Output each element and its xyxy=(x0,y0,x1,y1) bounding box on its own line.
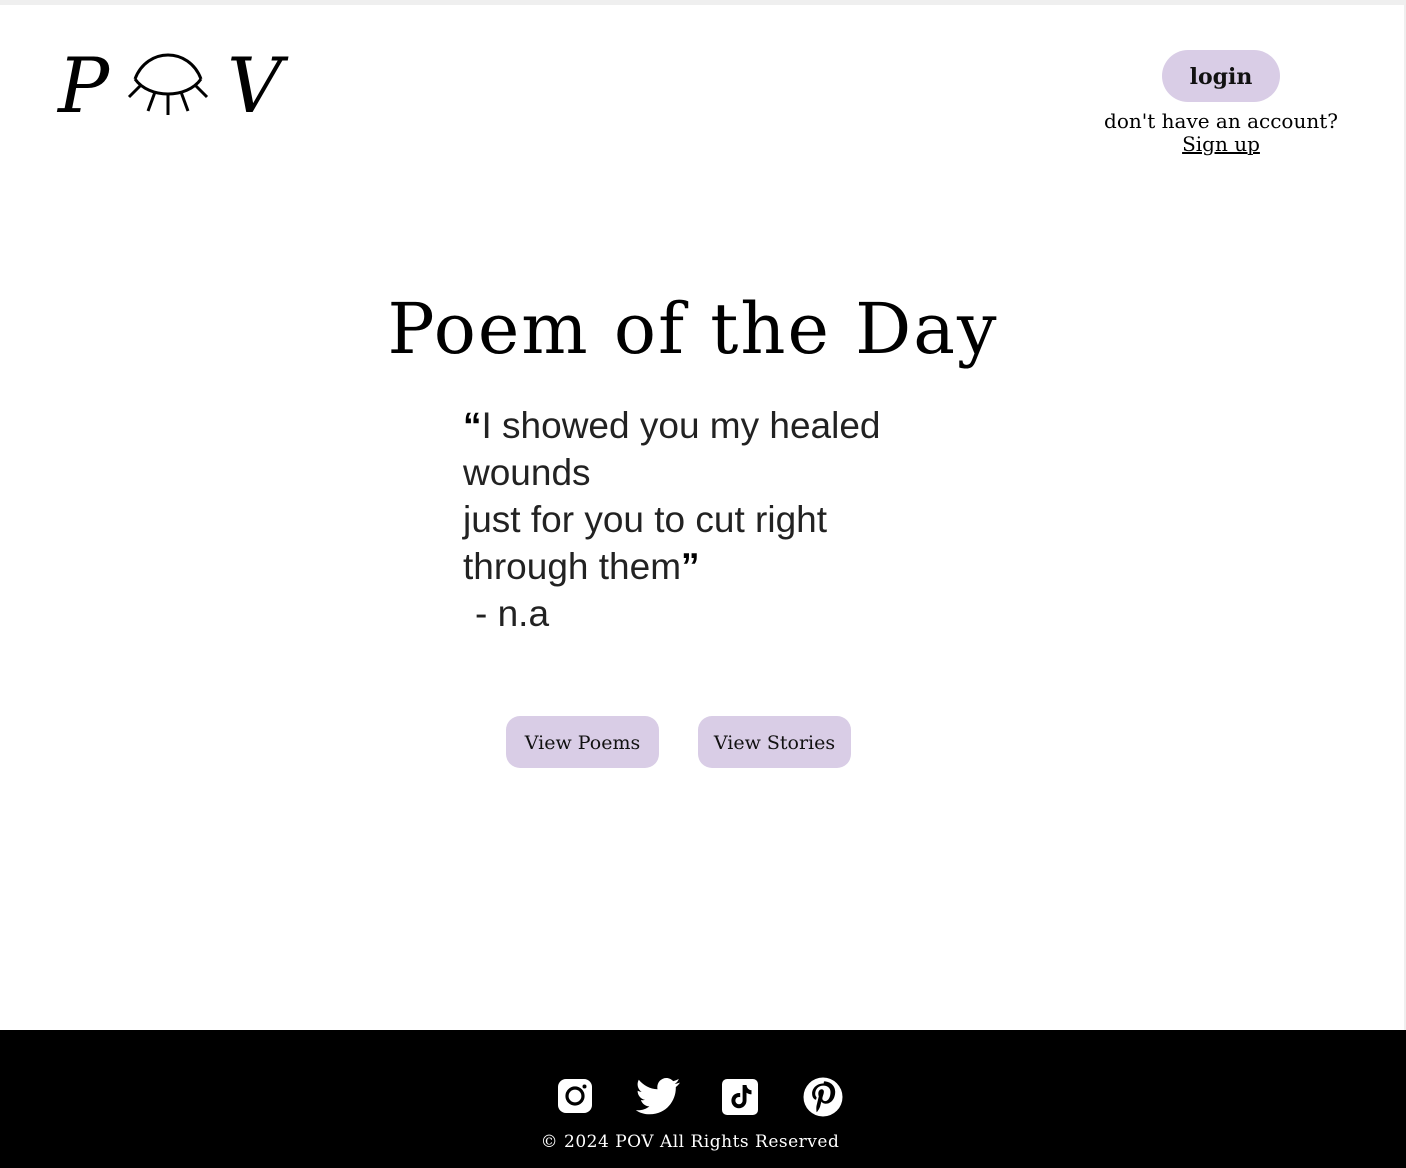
quote-line-4: through them” xyxy=(463,543,923,590)
view-stories-button[interactable]: View Stories xyxy=(698,716,851,768)
quote-author: - n.a xyxy=(475,593,550,634)
logo-letter-p: P xyxy=(58,41,110,130)
quote-line-2: wounds xyxy=(463,452,591,493)
logo-letter-v: V xyxy=(227,41,283,130)
quote-text-1: I showed you my healed xyxy=(481,405,881,446)
tiktok-icon[interactable] xyxy=(721,1078,759,1116)
quote-line-3: just for you to cut right xyxy=(463,499,828,540)
copyright-text: © 2024 POV All Rights Reserved xyxy=(540,1132,840,1152)
signup-hint: don't have an account? xyxy=(1104,109,1338,133)
open-quote-mark: “ xyxy=(463,405,482,446)
quote-line-1: “I showed you my healed xyxy=(463,402,923,449)
view-poems-button[interactable]: View Poems xyxy=(506,716,659,768)
page: P V login don't have an account? Sign up… xyxy=(0,0,1406,1168)
instagram-icon[interactable] xyxy=(557,1078,593,1114)
logo[interactable]: P V xyxy=(58,46,282,126)
closed-eye-icon xyxy=(128,53,209,115)
close-quote-mark: ” xyxy=(681,546,700,587)
signup-link[interactable]: Sign up xyxy=(1100,133,1342,156)
auth-panel: login don't have an account? Sign up xyxy=(1100,50,1342,156)
pinterest-icon[interactable] xyxy=(803,1077,843,1117)
twitter-icon[interactable] xyxy=(635,1078,681,1116)
top-strip xyxy=(0,0,1406,5)
page-title: Poem of the Day xyxy=(387,288,999,370)
quote-text-4: through them xyxy=(463,546,682,587)
login-button[interactable]: login xyxy=(1162,50,1280,102)
poem-quote: “I showed you my healed wounds just for … xyxy=(463,402,923,637)
